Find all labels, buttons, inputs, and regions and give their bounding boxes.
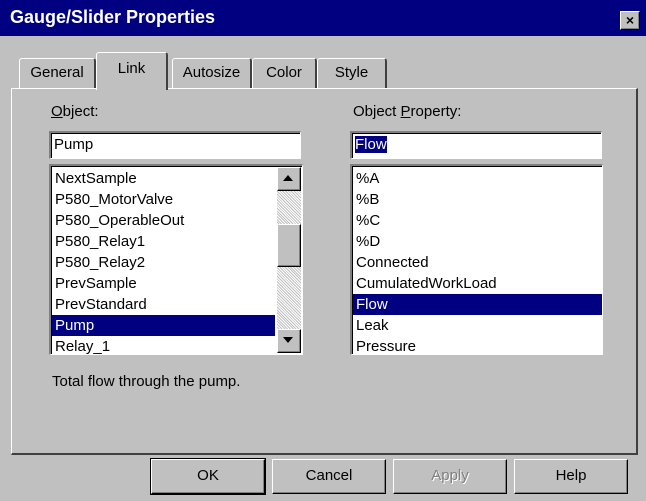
tab-label: Autosize xyxy=(182,64,241,81)
scroll-thumb[interactable] xyxy=(277,224,301,267)
object-property-input-value: Flow xyxy=(355,136,387,153)
tab-style[interactable]: Style xyxy=(317,58,387,88)
object-label-mnemonic: O xyxy=(51,103,63,120)
list-item[interactable]: CumulatedWorkLoad xyxy=(353,273,602,294)
ok-button-label: OK xyxy=(197,467,219,484)
object-label: Object: xyxy=(51,103,99,120)
list-item[interactable]: PrevSample xyxy=(52,273,275,294)
list-item[interactable]: P580_Relay1 xyxy=(52,231,275,252)
object-property-label: Object Property: xyxy=(353,103,461,120)
tab-general[interactable]: General xyxy=(19,58,96,88)
tab-label: Style xyxy=(334,64,369,81)
list-item[interactable]: PrevStandard xyxy=(52,294,275,315)
cancel-button-label: Cancel xyxy=(305,467,353,484)
list-item-selected[interactable]: Pump xyxy=(52,315,275,336)
object-list-scrollbar[interactable] xyxy=(277,167,301,353)
arrow-up-icon xyxy=(283,175,293,181)
help-button[interactable]: Help xyxy=(514,459,628,494)
close-icon: × xyxy=(625,12,635,28)
object-property-label-mnemonic: P xyxy=(400,103,411,120)
title-bar[interactable]: Gauge/Slider Properties × xyxy=(0,0,646,36)
object-list[interactable]: NextSample P580_MotorValve P580_Operable… xyxy=(49,164,303,355)
tab-label: General xyxy=(30,64,84,81)
list-item[interactable]: P580_MotorValve xyxy=(52,189,275,210)
list-item[interactable]: %B xyxy=(353,189,602,210)
list-item[interactable]: %A xyxy=(353,168,602,189)
list-item[interactable]: Connected xyxy=(353,252,602,273)
object-property-label-rest: roperty: xyxy=(410,103,462,120)
object-label-rest: bject: xyxy=(62,103,99,120)
object-property-input[interactable]: Flow xyxy=(350,131,602,159)
object-property-list[interactable]: %A %B %C %D Connected CumulatedWorkLoad … xyxy=(350,164,603,355)
list-item[interactable]: Leak xyxy=(353,315,602,336)
list-item[interactable]: NextSample xyxy=(52,168,275,189)
object-property-label-first: Object xyxy=(353,103,401,120)
list-item[interactable]: P580_Relay2 xyxy=(52,252,275,273)
object-description: Total flow through the pump. xyxy=(52,373,241,390)
list-item-selected[interactable]: Flow xyxy=(353,294,602,315)
tab-color[interactable]: Color xyxy=(252,58,317,88)
list-item[interactable]: Relay_1 xyxy=(52,336,275,354)
cancel-button[interactable]: Cancel xyxy=(272,459,386,494)
list-item[interactable]: P580_OperableOut xyxy=(52,210,275,231)
scroll-up-button[interactable] xyxy=(277,167,301,191)
tab-link[interactable]: Link xyxy=(96,52,168,90)
tab-autosize[interactable]: Autosize xyxy=(172,58,252,88)
help-button-label: Help xyxy=(555,467,587,484)
apply-button-label: Apply xyxy=(431,467,469,484)
apply-button[interactable]: Apply xyxy=(393,459,507,494)
tab-label: Color xyxy=(266,64,302,81)
close-button[interactable]: × xyxy=(620,11,640,30)
ok-button[interactable]: OK xyxy=(150,458,266,495)
object-input-value: Pump xyxy=(54,136,94,153)
tab-label: Link xyxy=(117,60,146,77)
list-item[interactable]: %C xyxy=(353,210,602,231)
gauge-slider-properties-dialog: Gauge/Slider Properties × General Link A… xyxy=(0,0,646,501)
list-item[interactable]: %D xyxy=(353,231,602,252)
list-item[interactable]: Pressure xyxy=(353,336,602,354)
scroll-down-button[interactable] xyxy=(277,329,301,353)
window-title: Gauge/Slider Properties xyxy=(10,7,216,27)
arrow-down-icon xyxy=(283,337,293,343)
object-input[interactable]: Pump xyxy=(49,131,301,159)
